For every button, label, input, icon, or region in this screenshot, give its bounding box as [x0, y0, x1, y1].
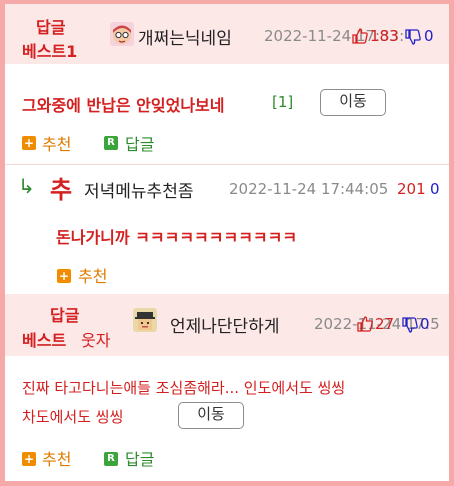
sub-reply-content: 돈나가니까 ㅋㅋㅋㅋㅋㅋㅋㅋㅋㅋㅋ — [56, 228, 298, 247]
best-humor-move-button[interactable]: 이동 — [178, 402, 244, 429]
best-humor-reply-button[interactable]: 답글 — [125, 446, 154, 470]
best-reply-comment-count[interactable]: [1] — [272, 93, 293, 111]
best-humor-votes-down: 0 — [420, 315, 430, 333]
thumb-up-icon[interactable] — [357, 316, 373, 336]
thumb-down-icon[interactable] — [405, 29, 421, 49]
sub-reply-votes-up: 201 — [397, 180, 426, 198]
thumb-down-icon[interactable] — [402, 317, 418, 337]
best-humor-badge-line1: 답글 — [50, 306, 80, 325]
thumb-up-icon[interactable] — [352, 28, 368, 48]
best-humor-votes-up: 27 — [375, 315, 395, 333]
divider — [5, 164, 449, 165]
best-humor-content-line1: 진짜 타고다니는애들 조심좀해라... 인도에서도 씽씽 — [22, 379, 346, 397]
reply-r-icon: R — [104, 136, 118, 150]
best-humor-content-line2: 차도에서도 씽씽 — [22, 408, 124, 426]
sub-reply-votes-down: 0 — [430, 180, 440, 198]
best-reply-votes-down: 0 — [424, 27, 434, 45]
reply-arrow-icon: ↳ — [18, 174, 35, 198]
recommend-badge-icon: 추 — [50, 176, 73, 204]
best-reply-content: 그와중에 반납은 안잊었나보네 — [22, 96, 225, 115]
plus-icon: + — [57, 269, 71, 283]
best-humor-category[interactable]: 웃자 — [81, 327, 110, 351]
plus-icon: + — [22, 452, 36, 466]
sub-reply-datetime: 2022-11-24 17:44:05 — [229, 180, 389, 198]
reply-r-icon: R — [104, 452, 118, 466]
sub-reply-recommend-button[interactable]: 추천 — [78, 263, 107, 287]
sub-reply-author[interactable]: 저녁메뉴추천좀 — [84, 177, 193, 202]
best-reply-move-button[interactable]: 이동 — [320, 89, 386, 116]
avatar[interactable] — [133, 308, 157, 332]
best-humor-recommend-button[interactable]: 추천 — [42, 446, 71, 470]
best-reply-author[interactable]: 개쩌는닉네임 — [138, 24, 232, 49]
avatar[interactable] — [110, 22, 134, 46]
best-reply-reply-button[interactable]: 답글 — [125, 131, 154, 155]
best-humor-badge-line2: 베스트 — [22, 331, 67, 350]
best-reply-recommend-button[interactable]: 추천 — [42, 131, 71, 155]
best-reply-badge-line1: 답글 — [36, 18, 66, 37]
best-humor-author[interactable]: 언제나단단하게 — [170, 312, 279, 337]
best-reply-votes-up: 183 — [370, 27, 399, 45]
plus-icon: + — [22, 136, 36, 150]
best-reply-badge-line2: 베스트1 — [22, 42, 78, 61]
